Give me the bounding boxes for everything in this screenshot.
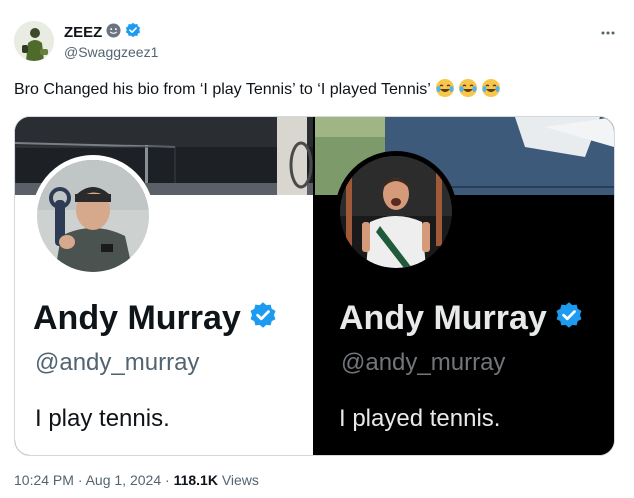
smiley-badge-icon [106,22,121,43]
laughing-tears-emoji [481,78,501,106]
laughing-tears-emoji [435,78,455,106]
emoji-group [435,78,501,106]
media-panel-right[interactable]: Andy Murray @andy_murray I played tennis… [315,117,614,455]
profile-handle-left: @andy_murray [35,349,200,376]
tweet-media[interactable]: Andy Murray @andy_murray I play tennis. [14,116,615,456]
verified-badge-icon [249,299,277,338]
verified-badge-icon [555,299,583,338]
media-panel-left[interactable]: Andy Murray @andy_murray I play tennis. [15,117,313,455]
profile-photo-left [32,155,154,277]
views-count[interactable]: 118.1K [174,472,218,488]
tweet-header: ZEEZ @Swaggzeez1 [14,21,620,65]
profile-name-left-text: Andy Murray [33,299,241,337]
author-display-name[interactable]: ZEEZ [64,24,102,41]
profile-name-right-text: Andy Murray [339,299,547,337]
profile-handle-right: @andy_murray [341,349,506,376]
tweet-meta: 10:24 PM · Aug 1, 2024 · 118.1K Views [14,472,259,488]
tweet-text: Bro Changed his bio from ‘I play Tennis’… [14,78,501,106]
author-handle[interactable]: @Swaggzeez1 [64,44,158,60]
meta-separator: · [161,472,174,488]
verified-badge-icon [125,22,141,43]
profile-bio-left: I play tennis. [35,405,170,432]
profile-name-right: Andy Murray [339,299,583,338]
profile-name-left: Andy Murray [33,299,277,338]
views-label: Views [217,472,259,488]
profile-photo-right [335,151,457,273]
more-dots-icon[interactable] [600,25,616,46]
laughing-tears-emoji [458,78,478,106]
profile-bio-right: I played tennis. [339,405,501,432]
author-avatar[interactable] [14,21,54,61]
tweet-body: Bro Changed his bio from ‘I play Tennis’… [14,81,431,98]
tweet-timestamp[interactable]: 10:24 PM · Aug 1, 2024 [14,472,161,488]
